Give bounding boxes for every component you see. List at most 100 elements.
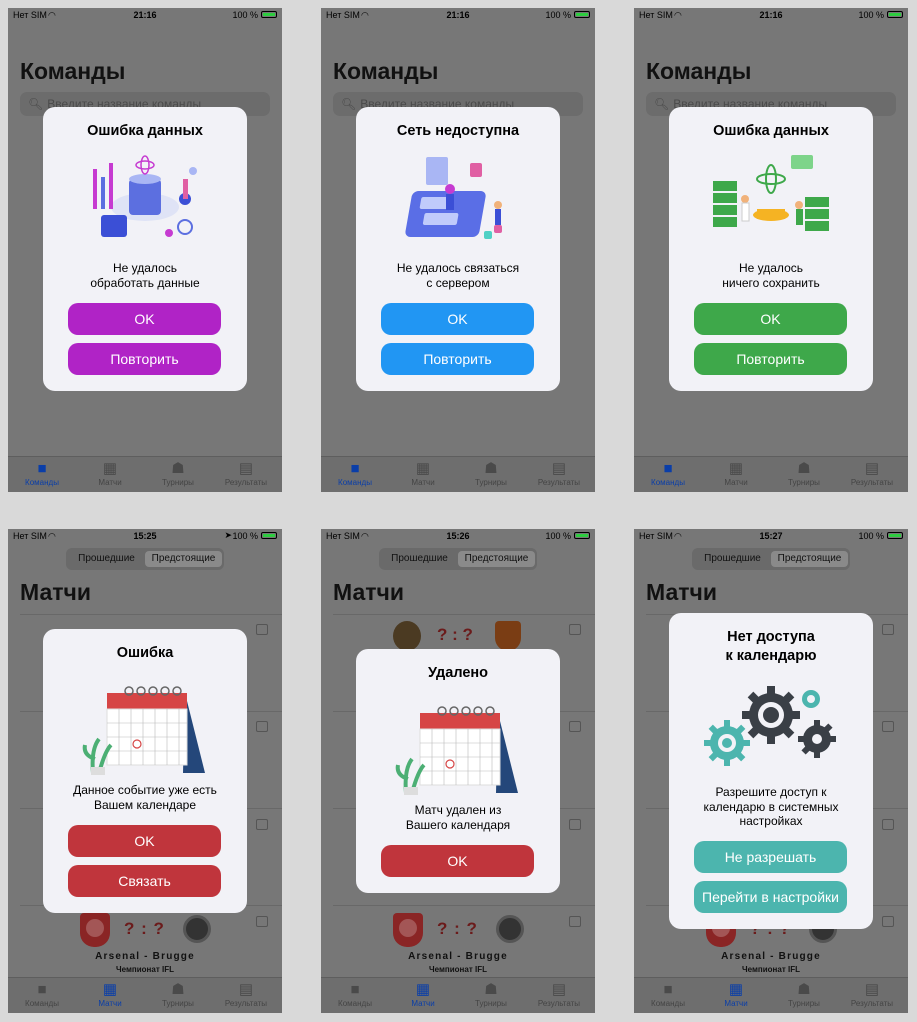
jersey-icon: ■ xyxy=(350,460,360,477)
tab-label: Команды xyxy=(25,999,59,1008)
status-bar: Нет SIM ◠ 21:16 100 % xyxy=(634,8,908,22)
battery-label: 100 % xyxy=(232,10,258,20)
clipboard-icon: ▤ xyxy=(864,460,880,477)
alert-title: Ошибка данных xyxy=(713,123,829,139)
tab-label: Команды xyxy=(338,999,372,1008)
page-title: Матчи xyxy=(333,579,404,605)
segment-past[interactable]: Прошедшие xyxy=(694,551,771,567)
page-title: Команды xyxy=(646,58,752,84)
tab-tournaments[interactable]: ☗ Турниры xyxy=(770,460,838,487)
tab-label: Команды xyxy=(651,478,685,487)
screen-teams-save-error: Нет SIM ◠ 21:16 100 % Команды 🔍︎ Введите … xyxy=(634,8,908,492)
alert-title: Ошибка xyxy=(116,645,174,661)
tab-teams[interactable]: ■ Команды xyxy=(634,981,702,1008)
add-calendar-icon[interactable] xyxy=(256,819,268,830)
alert-message-line-1: Не удалось xyxy=(738,261,803,275)
segment-past[interactable]: Прошедшие xyxy=(68,551,145,567)
add-calendar-icon[interactable] xyxy=(256,624,268,635)
match-league: Чемпионат IFL xyxy=(742,965,800,974)
trophy-icon: ☗ xyxy=(171,460,185,477)
screen-matches-no-calendar-access: Нет SIM ◠ 15:27 100 % Прошедшие Предстоя… xyxy=(634,529,908,1013)
tab-teams[interactable]: ■ Команды xyxy=(8,460,76,487)
matches-segmented-control: Прошедшие Предстоящие xyxy=(379,548,537,570)
brugge-crest-icon xyxy=(183,915,211,943)
open-settings-button[interactable]: Перейти в настройки xyxy=(694,881,847,913)
retry-button[interactable]: Повторить xyxy=(68,343,221,375)
calendar-icon: ▦ xyxy=(102,460,118,477)
tab-teams[interactable]: ■ Команды xyxy=(321,460,389,487)
add-calendar-icon[interactable] xyxy=(882,624,894,635)
tab-results[interactable]: ▤ Результаты xyxy=(525,460,593,487)
link-button[interactable]: Связать xyxy=(68,865,221,897)
alert-message-line-1: Разрешите доступ к xyxy=(715,785,827,799)
roma-crest-icon xyxy=(495,621,521,651)
clipboard-icon: ▤ xyxy=(238,460,254,477)
ok-button[interactable]: OK xyxy=(68,303,221,335)
clipboard-icon: ▤ xyxy=(551,981,567,998)
add-calendar-icon[interactable] xyxy=(569,721,581,732)
ok-button[interactable]: OK xyxy=(694,303,847,335)
match-card[interactable]: ? : ? Arsenal - Brugge Чемпионат IFL xyxy=(321,913,595,977)
battery-icon xyxy=(574,11,590,18)
tab-matches[interactable]: ▦ Матчи xyxy=(76,460,144,487)
segment-upcoming[interactable]: Предстоящие xyxy=(771,551,848,567)
tab-teams[interactable]: ■ Команды xyxy=(321,981,389,1008)
data-analytics-illustration-icon xyxy=(93,155,197,237)
add-calendar-icon[interactable] xyxy=(569,819,581,830)
tab-matches[interactable]: ▦ Матчи xyxy=(702,981,770,1008)
tab-bar: ■ Команды ▦ Матчи ☗ Турниры ▤ Результаты xyxy=(8,977,282,1013)
tab-label: Команды xyxy=(651,999,685,1008)
segment-past[interactable]: Прошедшие xyxy=(381,551,458,567)
tab-tournaments[interactable]: ☗ Турниры xyxy=(770,981,838,1008)
match-teams: Arsenal - Brugge xyxy=(95,951,195,962)
tab-matches[interactable]: ▦ Матчи xyxy=(702,460,770,487)
tab-teams[interactable]: ■ Команды xyxy=(634,460,702,487)
tab-label: Матчи xyxy=(98,478,122,487)
tab-matches[interactable]: ▦ Матчи xyxy=(389,981,457,1008)
match-card[interactable]: ? : ? Arsenal - Brugge Чемпионат IFL xyxy=(8,913,282,977)
divider xyxy=(20,614,282,615)
tab-matches[interactable]: ▦ Матчи xyxy=(76,981,144,1008)
calendar-icon: ▦ xyxy=(102,981,118,998)
battery-label: 100 % xyxy=(232,531,258,541)
segment-upcoming[interactable]: Предстоящие xyxy=(145,551,222,567)
jersey-icon: ■ xyxy=(663,981,673,998)
tab-tournaments[interactable]: ☗ Турниры xyxy=(144,981,212,1008)
jersey-icon: ■ xyxy=(350,981,360,998)
tab-teams[interactable]: ■ Команды xyxy=(8,981,76,1008)
ok-button[interactable]: OK xyxy=(381,303,534,335)
tab-matches[interactable]: ▦ Матчи xyxy=(389,460,457,487)
tab-tournaments[interactable]: ☗ Турниры xyxy=(457,460,525,487)
add-calendar-icon[interactable] xyxy=(256,721,268,732)
tab-results[interactable]: ▤ Результаты xyxy=(212,981,280,1008)
retry-button[interactable]: Повторить xyxy=(381,343,534,375)
search-icon: 🔍︎ xyxy=(654,97,670,111)
status-bar: Нет SIM ◠ 15:27 100 % xyxy=(634,529,908,543)
add-calendar-icon[interactable] xyxy=(882,721,894,732)
tab-results[interactable]: ▤ Результаты xyxy=(838,460,906,487)
tab-bar: ■ Команды ▦ Матчи ☗ Турниры ▤ Результаты xyxy=(634,456,908,492)
retry-button[interactable]: Повторить xyxy=(694,343,847,375)
status-bar: Нет SIM ◠ 21:16 100 % xyxy=(321,8,595,22)
matches-segmented-control: Прошедшие Предстоящие xyxy=(692,548,850,570)
trophy-icon: ☗ xyxy=(484,981,498,998)
tab-results[interactable]: ▤ Результаты xyxy=(525,981,593,1008)
alert-message-line-2: обработать данные xyxy=(90,275,200,290)
battery-icon xyxy=(261,532,277,539)
jersey-icon: ■ xyxy=(663,460,673,477)
ok-button[interactable]: OK xyxy=(68,825,221,857)
alert-message-line-1: Не удалось xyxy=(112,261,177,275)
tab-tournaments[interactable]: ☗ Турниры xyxy=(457,981,525,1008)
tab-results[interactable]: ▤ Результаты xyxy=(212,460,280,487)
tab-tournaments[interactable]: ☗ Турниры xyxy=(144,460,212,487)
deny-button[interactable]: Не разрешать xyxy=(694,841,847,873)
add-calendar-icon[interactable] xyxy=(569,624,581,635)
tab-label: Матчи xyxy=(724,999,748,1008)
battery-label: 100 % xyxy=(545,531,571,541)
ok-button[interactable]: OK xyxy=(381,845,534,877)
add-calendar-icon[interactable] xyxy=(882,819,894,830)
match-score: ? : ? xyxy=(124,919,165,938)
tab-label: Матчи xyxy=(98,999,122,1008)
segment-upcoming[interactable]: Предстоящие xyxy=(458,551,535,567)
tab-results[interactable]: ▤ Результаты xyxy=(838,981,906,1008)
